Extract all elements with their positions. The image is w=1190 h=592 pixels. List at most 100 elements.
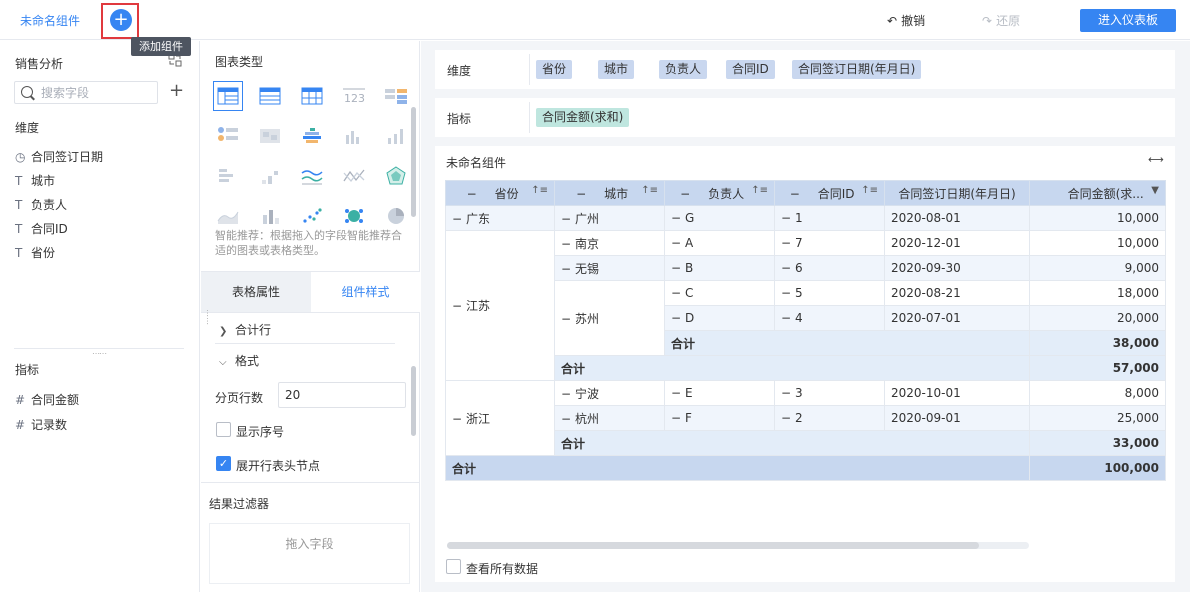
scatter-chart-icon[interactable] — [297, 201, 327, 231]
dimension-field[interactable]: ◷ 合同签订日期 — [15, 147, 103, 167]
dimension-field[interactable]: T 省份 — [15, 243, 55, 263]
chart-type-icon[interactable] — [381, 121, 411, 151]
chart-type-icon[interactable] — [255, 121, 285, 151]
collapse-icon[interactable]: − — [452, 299, 466, 313]
sort-icon[interactable]: ↑≡ — [751, 185, 768, 196]
chart-type-scrollbar[interactable] — [411, 107, 416, 217]
collapse-icon[interactable]: − — [671, 211, 685, 225]
bubble-chart-icon[interactable] — [339, 201, 369, 231]
chart-type-icon[interactable] — [213, 161, 243, 191]
undo-button[interactable]: ↶ 撤销 — [887, 12, 925, 29]
component-name[interactable]: 未命名组件 — [20, 12, 80, 29]
dimension-pill[interactable]: 负责人 — [659, 60, 708, 79]
chart-type-icon[interactable] — [339, 161, 369, 191]
add-field-button[interactable]: + — [169, 80, 184, 101]
sort-icon[interactable]: ↑≡ — [861, 185, 878, 196]
dimension-pill[interactable]: 城市 — [598, 60, 635, 79]
filter-drop-zone[interactable]: 拖入字段 — [209, 523, 410, 584]
header-cell[interactable]: − 省份 ↑≡ — [445, 180, 555, 206]
collapse-icon[interactable]: − — [561, 387, 575, 401]
radar-chart-icon[interactable] — [381, 161, 411, 191]
tab-component-style[interactable]: 组件样式 — [311, 272, 420, 312]
drag-handle-icon[interactable]: ⋯⋯ — [92, 349, 107, 358]
collapse-icon[interactable]: − — [561, 312, 575, 326]
collapse-icon[interactable]: − — [781, 286, 795, 300]
chart-type-icon[interactable] — [339, 121, 369, 151]
collapse-icon[interactable]: − — [561, 262, 575, 276]
header-cell[interactable]: 合同金额(求... ▼ — [1029, 180, 1166, 206]
sum-row-section[interactable]: ❯ 合计行 — [219, 321, 271, 338]
line-chart-icon[interactable] — [297, 161, 327, 191]
chart-type-icon[interactable] — [297, 121, 327, 151]
collapse-icon[interactable]: − — [671, 411, 685, 425]
dimension-field[interactable]: T 负责人 — [15, 195, 67, 215]
enter-dashboard-button[interactable]: 进入仪表板 — [1080, 9, 1176, 32]
view-all-checkbox[interactable] — [446, 559, 461, 574]
collapse-icon[interactable]: − — [561, 212, 575, 226]
collapse-icon[interactable]: − — [781, 211, 795, 225]
dimension-pill[interactable]: 省份 — [536, 60, 573, 79]
grouped-table-icon[interactable] — [213, 81, 243, 111]
header-cell[interactable]: 合同签订日期(年月日) — [884, 180, 1030, 206]
area-chart-icon[interactable] — [213, 201, 243, 231]
header-cell[interactable]: − 城市 ↑≡ — [554, 180, 665, 206]
owner-cell: − A — [664, 230, 775, 256]
header-cell[interactable]: − 合同ID ↑≡ — [774, 180, 885, 206]
collapse-icon[interactable]: − — [781, 386, 795, 400]
collapse-icon[interactable]: − — [788, 187, 802, 201]
collapse-icon[interactable]: − — [678, 187, 692, 201]
sort-icon[interactable]: ↑≡ — [531, 185, 548, 196]
fit-width-icon[interactable]: ⟷ — [1148, 153, 1164, 166]
page-rows-input[interactable]: 20 — [278, 382, 406, 408]
collapse-icon[interactable]: − — [671, 386, 685, 400]
collapse-icon[interactable]: − — [781, 236, 795, 250]
cross-table-icon[interactable] — [297, 81, 327, 111]
indicator-field[interactable]: # 记录数 — [15, 415, 67, 435]
chart-type-icon[interactable] — [255, 161, 285, 191]
indicator-pill[interactable]: 合同金额(求和) — [536, 108, 630, 127]
preview-title: 未命名组件 — [446, 156, 507, 170]
collapse-icon[interactable]: − — [452, 412, 466, 426]
dimension-field[interactable]: T 城市 — [15, 171, 55, 191]
chart-type-icon[interactable] — [255, 201, 285, 231]
id-cell: −2 — [774, 405, 885, 431]
search-input[interactable] — [41, 84, 151, 101]
kpi-number-icon[interactable]: 123 — [339, 81, 369, 111]
collapse-icon[interactable]: − — [574, 187, 588, 201]
collapse-icon[interactable]: − — [465, 187, 479, 201]
horizontal-scrollbar[interactable] — [447, 542, 1029, 549]
text-widget-icon[interactable] — [381, 81, 411, 111]
dataset-title: 销售分析 — [15, 57, 64, 71]
city-cell: − 杭州 — [554, 405, 665, 431]
amount-cell: 10,000 — [1029, 205, 1166, 231]
expand-nodes-checkbox[interactable]: ✓ — [216, 456, 231, 471]
collapse-icon[interactable]: − — [561, 412, 575, 426]
collapse-icon[interactable]: − — [671, 286, 685, 300]
show-seq-checkbox[interactable] — [216, 422, 231, 437]
collapse-icon[interactable]: − — [671, 236, 685, 250]
collapse-icon[interactable]: − — [781, 261, 795, 275]
format-section[interactable]: ⌵ 格式 — [219, 352, 259, 369]
dimension-field[interactable]: T 合同ID — [15, 219, 68, 239]
collapse-icon[interactable]: − — [781, 311, 795, 325]
collapse-icon[interactable]: − — [781, 411, 795, 425]
dimension-pill[interactable]: 合同签订日期(年月日) — [792, 60, 922, 79]
collapse-icon[interactable]: − — [452, 212, 466, 226]
header-cell[interactable]: − 负责人 ↑≡ — [664, 180, 775, 206]
collapse-icon[interactable]: − — [561, 237, 575, 251]
collapse-icon[interactable]: − — [671, 261, 685, 275]
scrollbar-thumb[interactable] — [447, 542, 979, 549]
dimension-pill[interactable]: 合同ID — [726, 60, 775, 79]
chart-type-icon[interactable] — [213, 121, 243, 151]
collapse-icon[interactable]: − — [671, 311, 685, 325]
indicator-field[interactable]: # 合同金额 — [15, 390, 79, 410]
detail-table-icon[interactable] — [255, 81, 285, 111]
drag-handle-icon[interactable]: ⋯⋯ — [203, 309, 212, 325]
pie-chart-icon[interactable] — [381, 201, 411, 231]
properties-scrollbar[interactable] — [411, 366, 416, 436]
dropdown-icon[interactable]: ▼ — [1151, 185, 1159, 196]
add-component-button[interactable]: + — [110, 9, 132, 31]
tab-table-properties[interactable]: 表格属性 — [201, 272, 311, 312]
sort-icon[interactable]: ↑≡ — [641, 185, 658, 196]
redo-button[interactable]: ↷ 还原 — [982, 12, 1020, 29]
